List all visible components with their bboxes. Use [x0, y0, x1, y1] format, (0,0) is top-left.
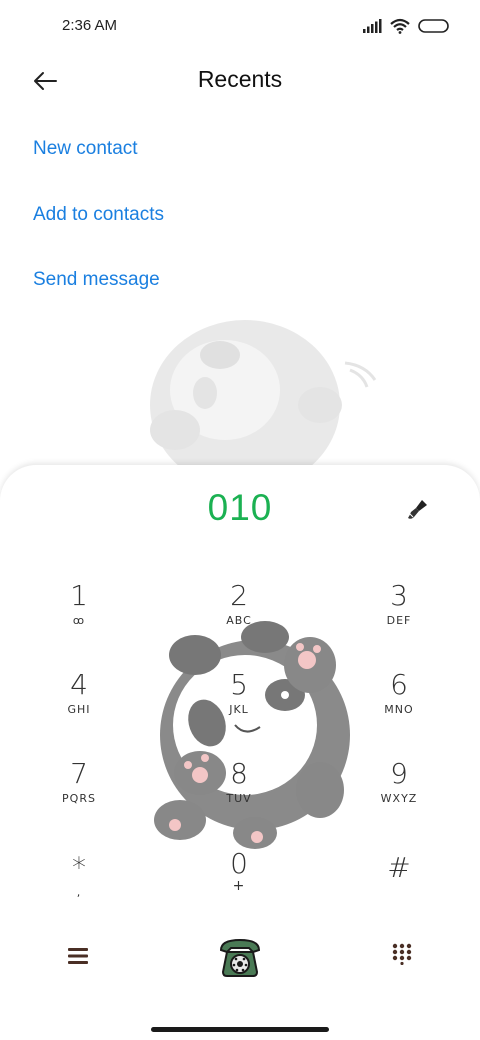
keypad-icon: [392, 943, 412, 965]
keypad-toggle-button[interactable]: [388, 940, 416, 968]
wifi-icon: [390, 18, 410, 34]
key-digit: 1: [70, 579, 88, 612]
call-button[interactable]: [216, 934, 264, 980]
key-letters: ABC: [226, 614, 252, 627]
key-3[interactable]: 3 DEF: [344, 580, 454, 652]
status-icons: [362, 18, 450, 34]
key-digit: 2: [230, 579, 248, 612]
key-7[interactable]: 7 PQRS: [24, 758, 134, 830]
key-digit: 9: [390, 757, 408, 790]
key-1[interactable]: 1 ꝏ: [24, 580, 134, 652]
key-8[interactable]: 8 TUV: [184, 758, 294, 830]
signal-icon: [363, 19, 382, 33]
voicemail-icon: ꝏ: [72, 614, 86, 627]
key-2[interactable]: 2 ABC: [184, 580, 294, 652]
background-panda-illustration: [150, 320, 377, 485]
page-title: Recents: [197, 66, 283, 92]
battery-icon: [418, 19, 449, 33]
brush-icon: [408, 500, 427, 519]
key-6[interactable]: 6 MNO: [344, 669, 454, 741]
key-letters: +: [232, 878, 246, 894]
key-star[interactable]: * ,: [24, 852, 134, 924]
key-digit: 4: [70, 668, 88, 701]
key-letters: ,: [76, 886, 82, 899]
home-indicator[interactable]: [151, 1027, 329, 1032]
key-4[interactable]: 4 GHI: [24, 669, 134, 741]
dialer-screen: 2:36 AM Recents New contact Add to conta…: [0, 0, 480, 1040]
key-5[interactable]: 5 JKL: [184, 669, 294, 741]
key-letters: PQRS: [62, 792, 96, 805]
status-bar: 2:36 AM: [0, 0, 480, 54]
key-letters: GHI: [67, 703, 91, 716]
key-digit: 7: [70, 757, 88, 790]
key-9[interactable]: 9 WXYZ: [344, 758, 454, 830]
key-digit: 0: [230, 847, 248, 880]
key-letters: WXYZ: [380, 792, 418, 805]
key-digit: 8: [230, 757, 248, 790]
status-time: 2:36 AM: [62, 17, 118, 34]
key-0[interactable]: 0 +: [184, 848, 294, 920]
theme-button[interactable]: [402, 495, 432, 525]
key-digit: #: [387, 851, 411, 884]
key-letters: DEF: [386, 614, 412, 627]
key-letters: MNO: [384, 703, 414, 716]
key-hash[interactable]: #: [344, 852, 454, 924]
key-digit: *: [72, 851, 86, 884]
key-digit: 3: [390, 579, 408, 612]
key-digit: 6: [390, 668, 408, 701]
send-message-link[interactable]: Send message: [33, 269, 160, 291]
add-to-contacts-link[interactable]: Add to contacts: [33, 204, 164, 226]
key-digit: 5: [230, 668, 248, 701]
menu-icon: [68, 948, 88, 964]
phone-call-icon: [219, 938, 261, 977]
menu-button[interactable]: [62, 940, 94, 972]
key-letters: TUV: [226, 792, 252, 805]
new-contact-link[interactable]: New contact: [33, 138, 138, 160]
key-letters: JKL: [229, 703, 249, 716]
